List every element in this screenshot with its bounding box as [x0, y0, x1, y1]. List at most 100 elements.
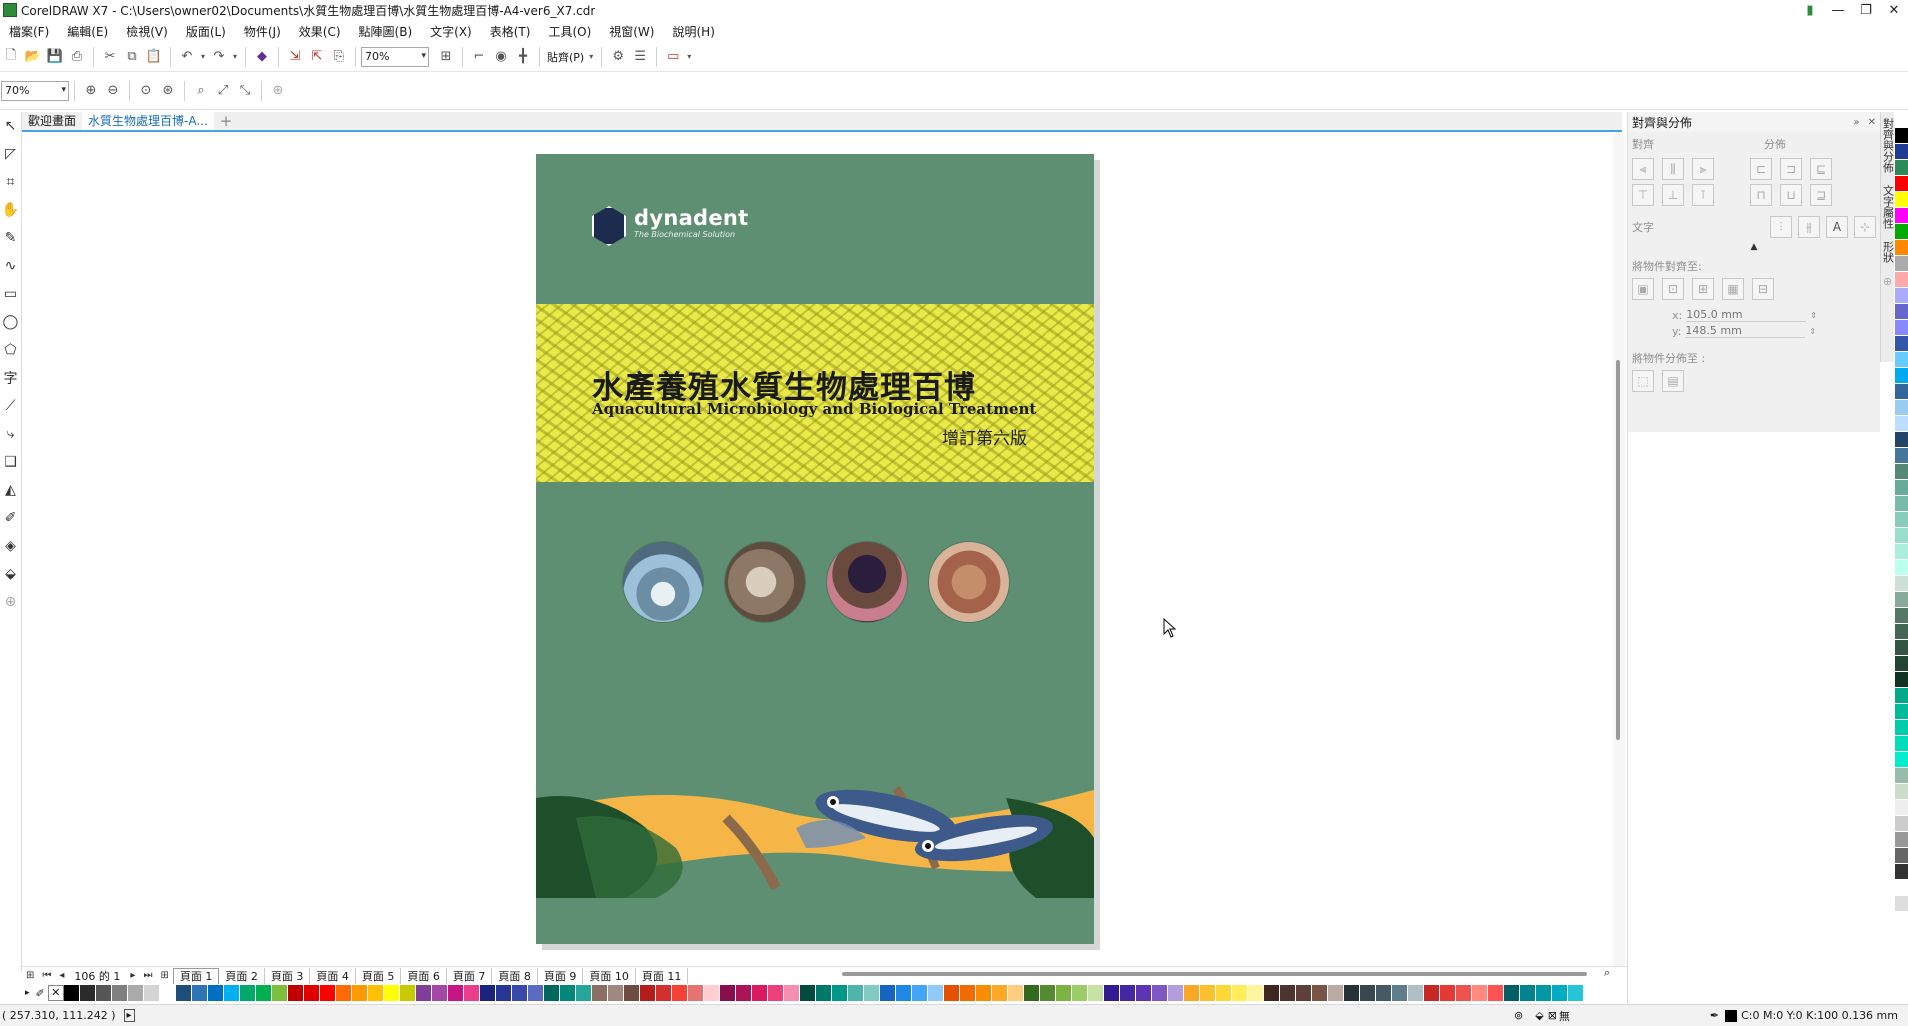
tab-shape[interactable]: 形狀 — [1880, 241, 1896, 263]
color-swatch[interactable] — [1895, 704, 1908, 720]
color-swatch[interactable] — [1087, 985, 1104, 1001]
color-swatch[interactable] — [655, 985, 672, 1001]
color-swatch[interactable] — [1895, 896, 1908, 912]
last-page-icon[interactable]: ⏭ — [139, 970, 156, 981]
zoom-out-icon[interactable]: ⊖ — [102, 80, 124, 102]
color-swatch[interactable] — [1455, 985, 1472, 1001]
chevron-down-icon[interactable]: ▾ — [684, 46, 694, 68]
specified-point-icon[interactable]: ⊟ — [1752, 278, 1774, 300]
color-swatch[interactable] — [1895, 304, 1908, 320]
color-swatch[interactable] — [879, 985, 896, 1001]
color-swatch[interactable] — [1895, 320, 1908, 336]
dimension-tool-icon[interactable]: ⟋ — [0, 395, 22, 417]
color-swatch[interactable] — [495, 985, 512, 1001]
color-swatch[interactable] — [1895, 256, 1908, 272]
artistic-media-tool-icon[interactable]: ∿ — [0, 255, 22, 277]
distribute-top-icon[interactable]: ⊓ — [1750, 184, 1772, 206]
vertical-scrollbar-thumb[interactable] — [1616, 360, 1620, 740]
color-swatch[interactable] — [95, 985, 112, 1001]
show-rulers-icon[interactable]: ⌐ — [468, 46, 490, 68]
add-docker-icon[interactable]: ⊕ — [1883, 275, 1892, 288]
color-swatch[interactable] — [1231, 985, 1248, 1001]
zoom-to-page-height-icon[interactable]: ⤡ — [234, 80, 256, 102]
cut-icon[interactable]: ✂ — [99, 46, 121, 68]
color-swatch[interactable] — [927, 985, 944, 1001]
color-swatch[interactable] — [1895, 752, 1908, 768]
color-swatch[interactable] — [1895, 464, 1908, 480]
zoom-level-combo[interactable]: 70% ▾ — [361, 46, 429, 67]
x-input[interactable]: 105.0 mm — [1686, 308, 1807, 322]
text-tool-icon[interactable]: 字 — [0, 367, 22, 389]
color-swatch[interactable] — [1895, 128, 1908, 144]
print-icon[interactable]: ⎙ — [66, 46, 88, 68]
application-launcher-icon[interactable]: ☰ — [629, 46, 651, 68]
text-last-line-baseline-icon[interactable]: ⫵ — [1798, 216, 1820, 238]
page-tab-8[interactable]: 頁面 8 — [492, 967, 538, 984]
text-bounding-box-icon[interactable]: A — [1826, 216, 1848, 238]
polygon-tool-icon[interactable]: ⬠ — [0, 339, 22, 361]
page-tab-11[interactable]: 頁面 11 — [636, 967, 689, 984]
save-icon[interactable]: 💾 — [44, 46, 66, 68]
color-swatch[interactable] — [1895, 480, 1908, 496]
show-grid-icon[interactable]: ◉ — [490, 46, 512, 68]
color-swatch[interactable] — [1055, 985, 1072, 1001]
color-swatch[interactable] — [1895, 272, 1908, 288]
insert-page-after-icon[interactable]: ⊞ — [156, 970, 172, 981]
color-swatch[interactable] — [1567, 985, 1584, 1001]
color-swatch[interactable] — [399, 985, 416, 1001]
outline-icon[interactable]: ⊹ — [1854, 216, 1876, 238]
color-swatch[interactable] — [1895, 144, 1908, 160]
color-swatch[interactable] — [1895, 112, 1908, 128]
color-swatch[interactable] — [1199, 985, 1216, 1001]
color-swatch[interactable] — [527, 985, 544, 1001]
color-swatch[interactable] — [1311, 985, 1328, 1001]
color-swatch[interactable] — [1135, 985, 1152, 1001]
color-swatch[interactable] — [895, 985, 912, 1001]
outline-pen-icon[interactable]: ✒ — [1710, 1009, 1719, 1022]
redo-icon[interactable]: ↷ — [208, 46, 230, 68]
add-toolbar-item-icon[interactable]: ⊕ — [267, 80, 289, 102]
color-swatch[interactable] — [1895, 496, 1908, 512]
color-swatch[interactable] — [1895, 848, 1908, 864]
color-swatch[interactable] — [1895, 672, 1908, 688]
color-swatch[interactable] — [1895, 208, 1908, 224]
color-swatch[interactable] — [511, 985, 528, 1001]
color-swatch[interactable] — [1119, 985, 1136, 1001]
show-guidelines-icon[interactable]: ╋ — [512, 46, 534, 68]
menu-effects[interactable]: 效果(C) — [290, 23, 350, 40]
color-swatch[interactable] — [1895, 288, 1908, 304]
tab-align-distribute[interactable]: 對齊與分佈 — [1880, 118, 1896, 173]
color-swatch[interactable] — [1895, 640, 1908, 656]
color-swatch[interactable] — [415, 985, 432, 1001]
close-docker-icon[interactable]: ✕ — [1864, 117, 1880, 128]
color-swatch[interactable] — [367, 985, 384, 1001]
color-swatch[interactable] — [1895, 432, 1908, 448]
align-center-icon[interactable]: ⫼ — [1662, 158, 1684, 180]
color-swatch[interactable] — [431, 985, 448, 1001]
color-swatch[interactable] — [63, 985, 80, 1001]
ellipse-tool-icon[interactable]: ◯ — [0, 311, 22, 333]
align-middle-icon[interactable]: ⊥ — [1662, 184, 1684, 206]
previous-page-icon[interactable]: ◂ — [55, 970, 68, 981]
color-swatch[interactable] — [799, 985, 816, 1001]
search-content-icon[interactable]: ◆ — [251, 46, 273, 68]
options-icon[interactable]: ⚙ — [607, 46, 629, 68]
color-swatch[interactable] — [1895, 832, 1908, 848]
color-swatch[interactable] — [239, 985, 256, 1001]
page-tab-2[interactable]: 頁面 2 — [219, 967, 265, 984]
color-swatch[interactable] — [1895, 416, 1908, 432]
color-swatch[interactable] — [943, 985, 960, 1001]
color-swatch[interactable] — [1007, 985, 1024, 1001]
y-spinner-icon[interactable]: ⇕ — [1809, 327, 1816, 336]
add-tool-icon[interactable]: ⊕ — [0, 591, 22, 613]
color-swatch[interactable] — [111, 985, 128, 1001]
color-swatch[interactable] — [1023, 985, 1040, 1001]
color-swatch[interactable] — [1151, 985, 1168, 1001]
crop-tool-icon[interactable]: ⌗ — [0, 171, 22, 193]
palette-scroll-left-icon[interactable]: ▸ — [22, 988, 33, 998]
color-swatch[interactable] — [1343, 985, 1360, 1001]
page-tab-4[interactable]: 頁面 4 — [310, 967, 356, 984]
color-swatch[interactable] — [223, 985, 240, 1001]
freehand-tool-icon[interactable]: ✎ — [0, 227, 22, 249]
color-swatch[interactable] — [1895, 800, 1908, 816]
